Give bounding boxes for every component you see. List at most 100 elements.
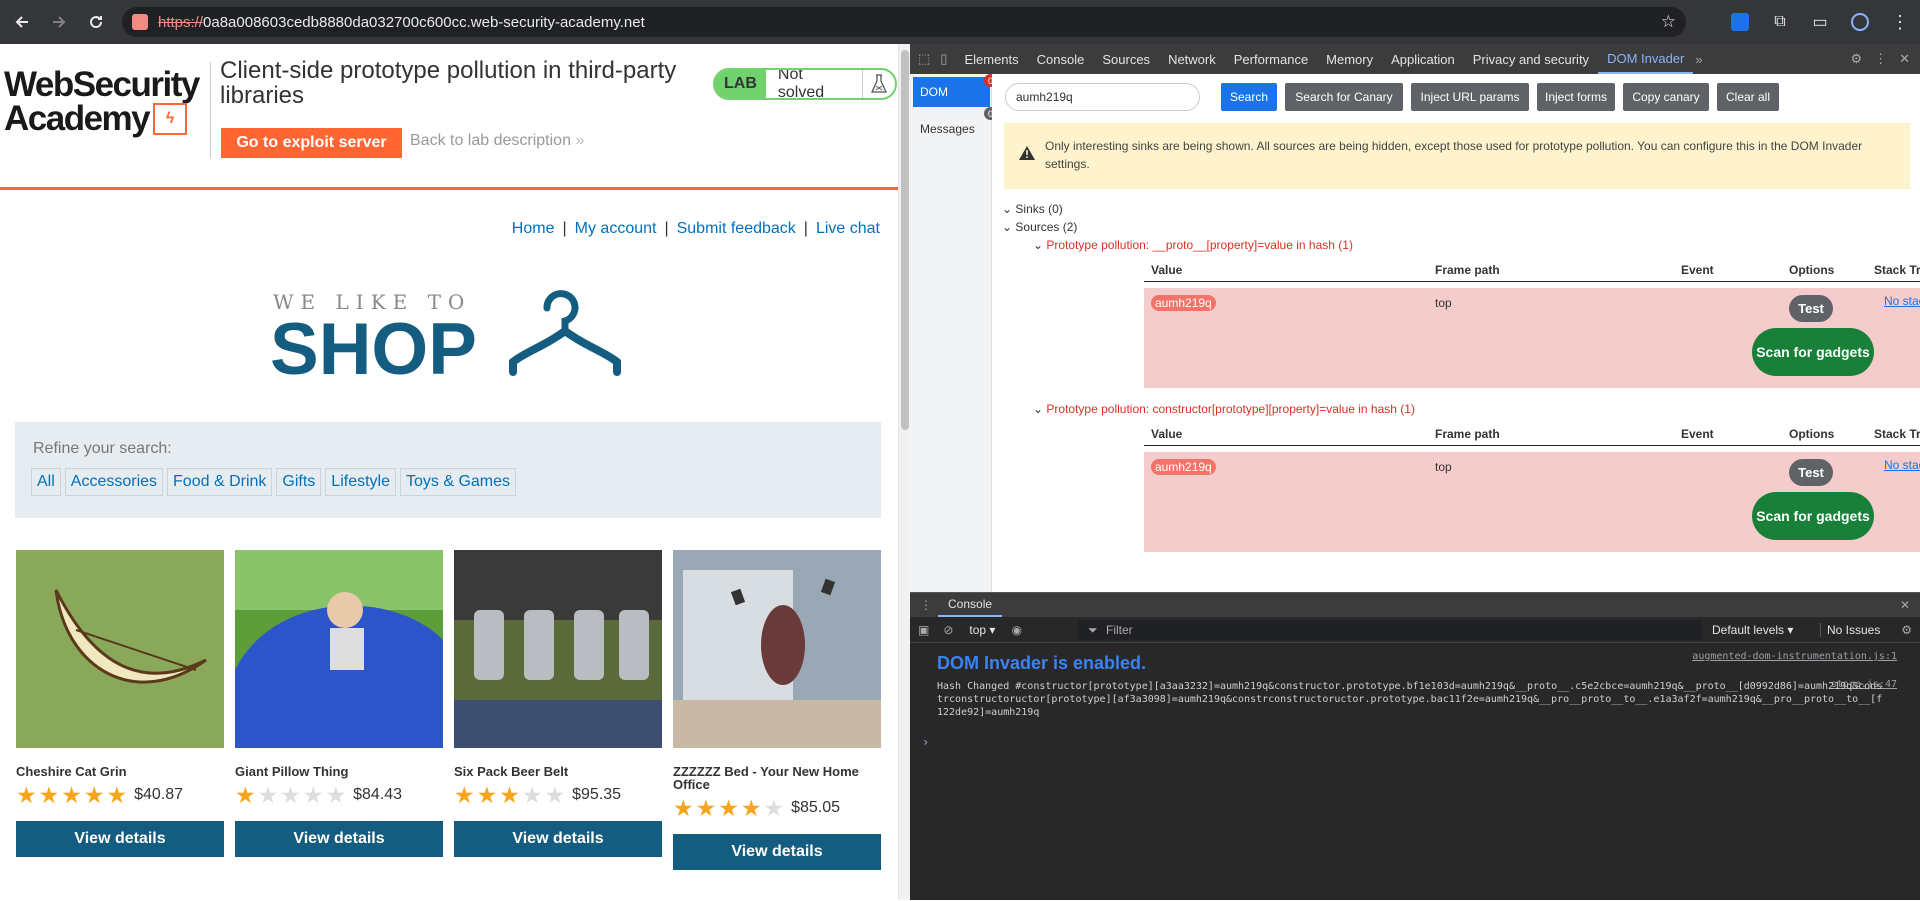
we-like-to-shop-banner: WE LIKE TO SHOP	[270, 284, 630, 388]
test-button[interactable]: Test	[1789, 459, 1833, 486]
back-arrow-icon[interactable]	[7, 7, 37, 37]
inject-forms-button[interactable]: Inject forms	[1537, 83, 1615, 111]
inspect-element-icon[interactable]: ⬚	[918, 51, 930, 67]
product-rating: ★ ★ ★ ★ ★ $95.35	[454, 783, 662, 807]
logo-line-1: WebSecurity	[4, 65, 200, 104]
filter-lifestyle[interactable]: Lifestyle	[325, 468, 396, 496]
star-icon: ★	[476, 782, 498, 808]
drawer-menu-icon[interactable]: ⋮	[920, 598, 932, 612]
frame-path-value: top	[1435, 460, 1452, 474]
view-details-button[interactable]: View details	[454, 821, 662, 857]
settings-gear-icon[interactable]: ⚙	[1850, 51, 1862, 67]
nav-my-account-link[interactable]: My account	[575, 220, 657, 238]
scan-for-gadgets-button[interactable]: Scan for gadgets	[1752, 328, 1874, 376]
exploit-server-button[interactable]: Go to exploit server	[221, 128, 402, 158]
view-details-button[interactable]: View details	[673, 834, 881, 870]
page-scrollbar[interactable]	[898, 44, 910, 900]
back-to-description-link[interactable]: Back to lab description »	[410, 132, 584, 150]
product-price: $85.05	[791, 799, 841, 816]
tab-console[interactable]: Console	[1028, 44, 1094, 74]
search-for-canary-button[interactable]: Search for Canary	[1285, 83, 1403, 111]
dom-invader-sidebar: DOM 0 Messages 0	[910, 74, 997, 592]
not-secure-icon[interactable]	[132, 14, 148, 30]
nav-submit-feedback-link[interactable]: Submit feedback	[677, 220, 796, 238]
live-expression-eye-icon[interactable]: ◉	[1011, 623, 1021, 637]
tab-memory[interactable]: Memory	[1317, 44, 1382, 74]
table-row: aumh219q top Test Scan for gadgets No st…	[1144, 288, 1920, 388]
nav-live-chat-link[interactable]: Live chat	[816, 220, 880, 238]
stack-trace-link[interactable]: No stack trace a...	[1884, 458, 1920, 472]
view-details-button[interactable]: View details	[16, 821, 224, 857]
console-settings-gear-icon[interactable]: ⚙	[1901, 623, 1912, 637]
col-frame-path: Frame path	[1435, 263, 1500, 277]
accessibility-extension-icon[interactable]	[1725, 7, 1755, 37]
console-filter-input[interactable]: ⏷ Filter	[1078, 620, 1702, 640]
search-button[interactable]: Search	[1221, 83, 1277, 111]
filter-gifts[interactable]: Gifts	[276, 468, 322, 496]
filter-accessories[interactable]: Accessories	[64, 468, 164, 496]
address-bar[interactable]: https://0a8a008603cedb8880da032700c600cc…	[122, 7, 1686, 37]
forward-arrow-icon[interactable]	[44, 7, 74, 37]
sinks-node[interactable]: ⌄ Sinks (0)	[1002, 202, 1063, 216]
lab-badge: LAB	[715, 70, 766, 98]
refine-search-panel: Refine your search: All Accessories Food…	[15, 422, 881, 518]
scrollbar-thumb[interactable]	[901, 50, 909, 430]
reload-icon[interactable]	[81, 7, 111, 37]
tab-performance[interactable]: Performance	[1225, 44, 1317, 74]
col-frame-path: Frame path	[1435, 427, 1500, 441]
context-selector[interactable]: top ▾	[969, 623, 995, 637]
console-toolbar: ▣ ⊘ top ▾ ◉ ⏷ Filter Default levels ▾ No…	[910, 617, 1920, 643]
filter-toys-games[interactable]: Toys & Games	[400, 468, 517, 496]
warning-banner: Only interesting sinks are being shown. …	[1004, 123, 1910, 189]
tab-privacy-security[interactable]: Privacy and security	[1464, 44, 1598, 74]
view-details-button[interactable]: View details	[235, 821, 443, 857]
tab-network[interactable]: Network	[1159, 44, 1225, 74]
issues-counter[interactable]: No Issues	[1820, 622, 1880, 637]
profile-avatar-icon[interactable]	[1845, 7, 1875, 37]
sidebar-toggle-icon[interactable]: ▣	[918, 623, 929, 637]
more-tabs-icon[interactable]: »	[1695, 52, 1702, 67]
clear-console-icon[interactable]: ⊘	[943, 623, 953, 637]
test-button[interactable]: Test	[1789, 295, 1833, 322]
device-toolbar-icon[interactable]: ▯	[940, 51, 947, 67]
product-card: Cheshire Cat Grin ★ ★ ★ ★ ★ $40.87 View deta…	[16, 550, 224, 857]
bookmark-star-icon[interactable]: ☆	[1661, 12, 1676, 32]
source-link[interactable]: augmented-dom-instrumentation.js:1	[1692, 651, 1897, 662]
product-price: $95.35	[572, 786, 622, 803]
devtools-more-icon[interactable]: ⋮	[1874, 51, 1887, 67]
tab-elements[interactable]: Elements	[955, 44, 1027, 74]
scan-for-gadgets-button[interactable]: Scan for gadgets	[1752, 492, 1874, 540]
inject-url-params-button[interactable]: Inject URL params	[1411, 83, 1529, 111]
sidebar-item-messages[interactable]: Messages	[913, 114, 990, 144]
nav-home-link[interactable]: Home	[512, 220, 555, 238]
sources-node[interactable]: ⌄ Sources (2)	[1002, 220, 1077, 234]
console-drawer-tab[interactable]: Console	[938, 593, 1003, 617]
filter-food-drink[interactable]: Food & Drink	[167, 468, 273, 496]
cast-icon[interactable]: ▭	[1805, 7, 1835, 37]
col-event: Event	[1681, 427, 1714, 441]
console-drawer: ⋮ Console ✕ ▣ ⊘ top ▾ ◉ ⏷ Filter Default…	[910, 592, 1920, 900]
sidebar-item-dom[interactable]: DOM	[913, 77, 990, 107]
canary-search-input[interactable]: aumh219q	[1005, 83, 1200, 111]
web-security-academy-logo[interactable]: WebSecurity Academy ϟ	[4, 65, 200, 148]
clear-all-button[interactable]: Clear all	[1717, 83, 1779, 111]
close-drawer-icon[interactable]: ✕	[1900, 598, 1910, 612]
tab-application[interactable]: Application	[1382, 44, 1464, 74]
flask-icon	[863, 74, 895, 94]
copy-canary-button[interactable]: Copy canary	[1623, 83, 1709, 111]
more-menu-icon[interactable]: ⋮	[1885, 7, 1915, 37]
filter-all[interactable]: All	[31, 468, 61, 496]
log-levels-dropdown[interactable]: Default levels ▾	[1712, 623, 1793, 637]
close-devtools-icon[interactable]: ✕	[1899, 51, 1910, 67]
pollution-group-constructor[interactable]: ⌄ Prototype pollution: constructor[proto…	[1033, 402, 1415, 416]
url-host: 0a8a008603cedb8880da032700c600cc.web-sec…	[203, 13, 645, 31]
stack-trace-link[interactable]: No stack trace a...	[1884, 294, 1920, 308]
pollution-group-proto[interactable]: ⌄ Prototype pollution: __proto__[propert…	[1033, 238, 1353, 252]
tab-dom-invader[interactable]: DOM Invader	[1598, 44, 1694, 74]
product-name: Six Pack Beer Belt	[454, 764, 569, 779]
puzzle-extension-icon[interactable]: ⧉	[1765, 7, 1795, 37]
canary-value: aumh219q	[1151, 459, 1216, 475]
tab-sources[interactable]: Sources	[1093, 44, 1159, 74]
console-prompt-chevron-icon[interactable]: ›	[922, 735, 929, 749]
filter-placeholder: Filter	[1106, 623, 1133, 637]
